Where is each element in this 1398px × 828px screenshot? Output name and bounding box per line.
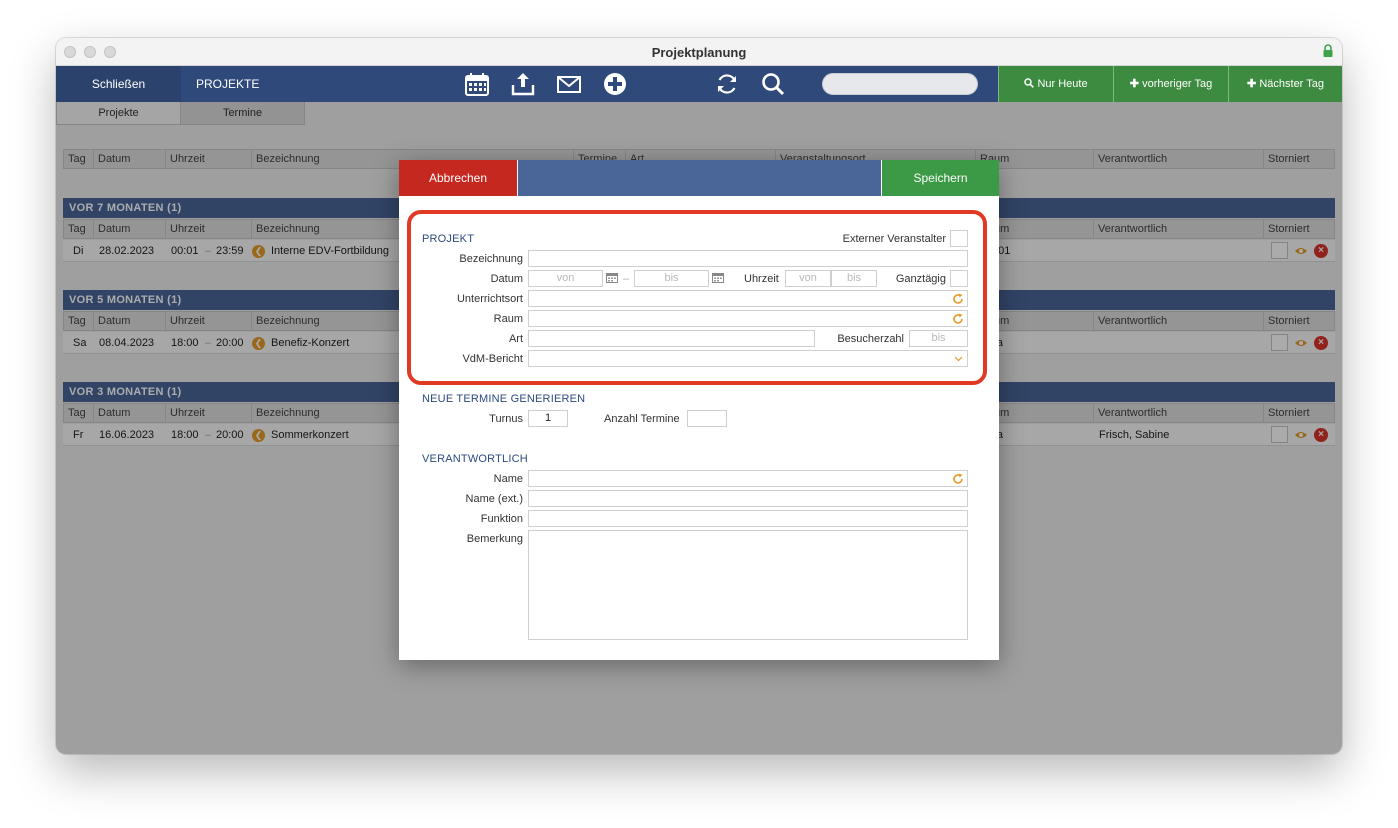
- add-icon[interactable]: [602, 71, 628, 97]
- today-only-label: Nur Heute: [1037, 78, 1088, 90]
- save-button[interactable]: Speichern: [881, 160, 999, 196]
- dialog-header: Abbrechen Speichern: [399, 160, 999, 196]
- export-icon[interactable]: [510, 71, 536, 97]
- datum-label: Datum: [490, 273, 523, 285]
- vdm-bericht-select[interactable]: [528, 350, 968, 367]
- search-icon[interactable]: [760, 71, 786, 97]
- plus-icon: ✚: [1247, 78, 1257, 90]
- section-projekt: PROJEKT: [422, 233, 475, 245]
- next-day-button[interactable]: ✚ Nächster Tag: [1228, 66, 1342, 102]
- art-input[interactable]: [528, 330, 815, 347]
- datum-bis-input[interactable]: bis: [634, 270, 709, 287]
- project-dialog: Abbrechen Speichern PROJEKT Externer Ver…: [399, 160, 999, 660]
- unterrichtsort-label: Unterrichtsort: [456, 293, 523, 305]
- name-ext-label: Name (ext.): [465, 493, 523, 505]
- refresh-icon[interactable]: [952, 313, 964, 325]
- turnus-label: Turnus: [489, 413, 523, 425]
- today-only-button[interactable]: Nur Heute: [998, 66, 1113, 102]
- previous-day-button[interactable]: ✚ vorheriger Tag: [1113, 66, 1228, 102]
- calendar-icon[interactable]: [712, 273, 724, 283]
- bemerkung-textarea[interactable]: [528, 530, 968, 640]
- mail-icon[interactable]: [556, 71, 582, 97]
- uhrzeit-label: Uhrzeit: [744, 273, 779, 285]
- refresh-icon[interactable]: [952, 293, 964, 305]
- plus-icon: ✚: [1129, 78, 1140, 90]
- window-title: Projektplanung: [651, 45, 747, 60]
- lock-icon: [1323, 44, 1333, 57]
- title-bar: Projektplanung: [56, 38, 1342, 66]
- funktion-input[interactable]: [528, 510, 968, 527]
- anzahl-termine-input[interactable]: [687, 410, 727, 427]
- sync-icon[interactable]: [714, 71, 740, 97]
- bemerkung-label: Bemerkung: [466, 533, 523, 545]
- section-label: PROJEKTE: [196, 77, 260, 91]
- name-label: Name: [493, 473, 523, 485]
- besucherzahl-input[interactable]: bis: [909, 330, 968, 347]
- previous-day-label: vorheriger Tag: [1142, 78, 1213, 90]
- chevron-down-icon: [954, 356, 963, 362]
- turnus-input[interactable]: 1: [528, 410, 568, 427]
- search-input[interactable]: [822, 73, 978, 95]
- calendar-icon[interactable]: [606, 273, 618, 283]
- anzahl-termine-label: Anzahl Termine: [604, 413, 680, 425]
- section-verantwortlich: VERANTWORTLICH: [422, 453, 528, 465]
- next-day-label: Nächster Tag: [1259, 78, 1324, 90]
- art-label: Art: [508, 333, 523, 345]
- vdm-bericht-label: VdM-Bericht: [462, 353, 523, 365]
- datum-von-input[interactable]: von: [528, 270, 603, 287]
- refresh-icon[interactable]: [952, 473, 964, 485]
- calendar-icon[interactable]: [464, 71, 490, 97]
- besucherzahl-label: Besucherzahl: [837, 333, 904, 345]
- bezeichnung-label: Bezeichnung: [459, 253, 523, 265]
- unterrichtsort-input[interactable]: [528, 290, 968, 307]
- raum-label: Raum: [493, 313, 523, 325]
- search-icon: [1024, 78, 1035, 88]
- uhrzeit-von-input[interactable]: von: [785, 270, 831, 287]
- name-input[interactable]: [528, 470, 968, 487]
- funktion-label: Funktion: [480, 513, 523, 525]
- bezeichnung-input[interactable]: [528, 250, 968, 267]
- cancel-button[interactable]: Abbrechen: [399, 160, 518, 196]
- ganztaegig-label: Ganztägig: [895, 273, 946, 285]
- main-toolbar: Schließen PROJEKTE Nur Heute ✚ vorherige…: [56, 66, 1342, 102]
- close-button[interactable]: Schließen: [56, 66, 181, 102]
- datum-separator: –: [623, 273, 630, 285]
- externer-veranstalter-checkbox[interactable]: [950, 230, 968, 247]
- app-window: Projektplanung Schließen PROJEKTE Nur He…: [56, 38, 1342, 754]
- raum-input[interactable]: [528, 310, 968, 327]
- externer-veranstalter-label: Externer Veranstalter: [842, 233, 946, 245]
- uhrzeit-bis-input[interactable]: bis: [831, 270, 877, 287]
- section-neue-termine: NEUE TERMINE GENERIEREN: [422, 393, 586, 405]
- name-ext-input[interactable]: [528, 490, 968, 507]
- ganztaegig-checkbox[interactable]: [950, 270, 968, 287]
